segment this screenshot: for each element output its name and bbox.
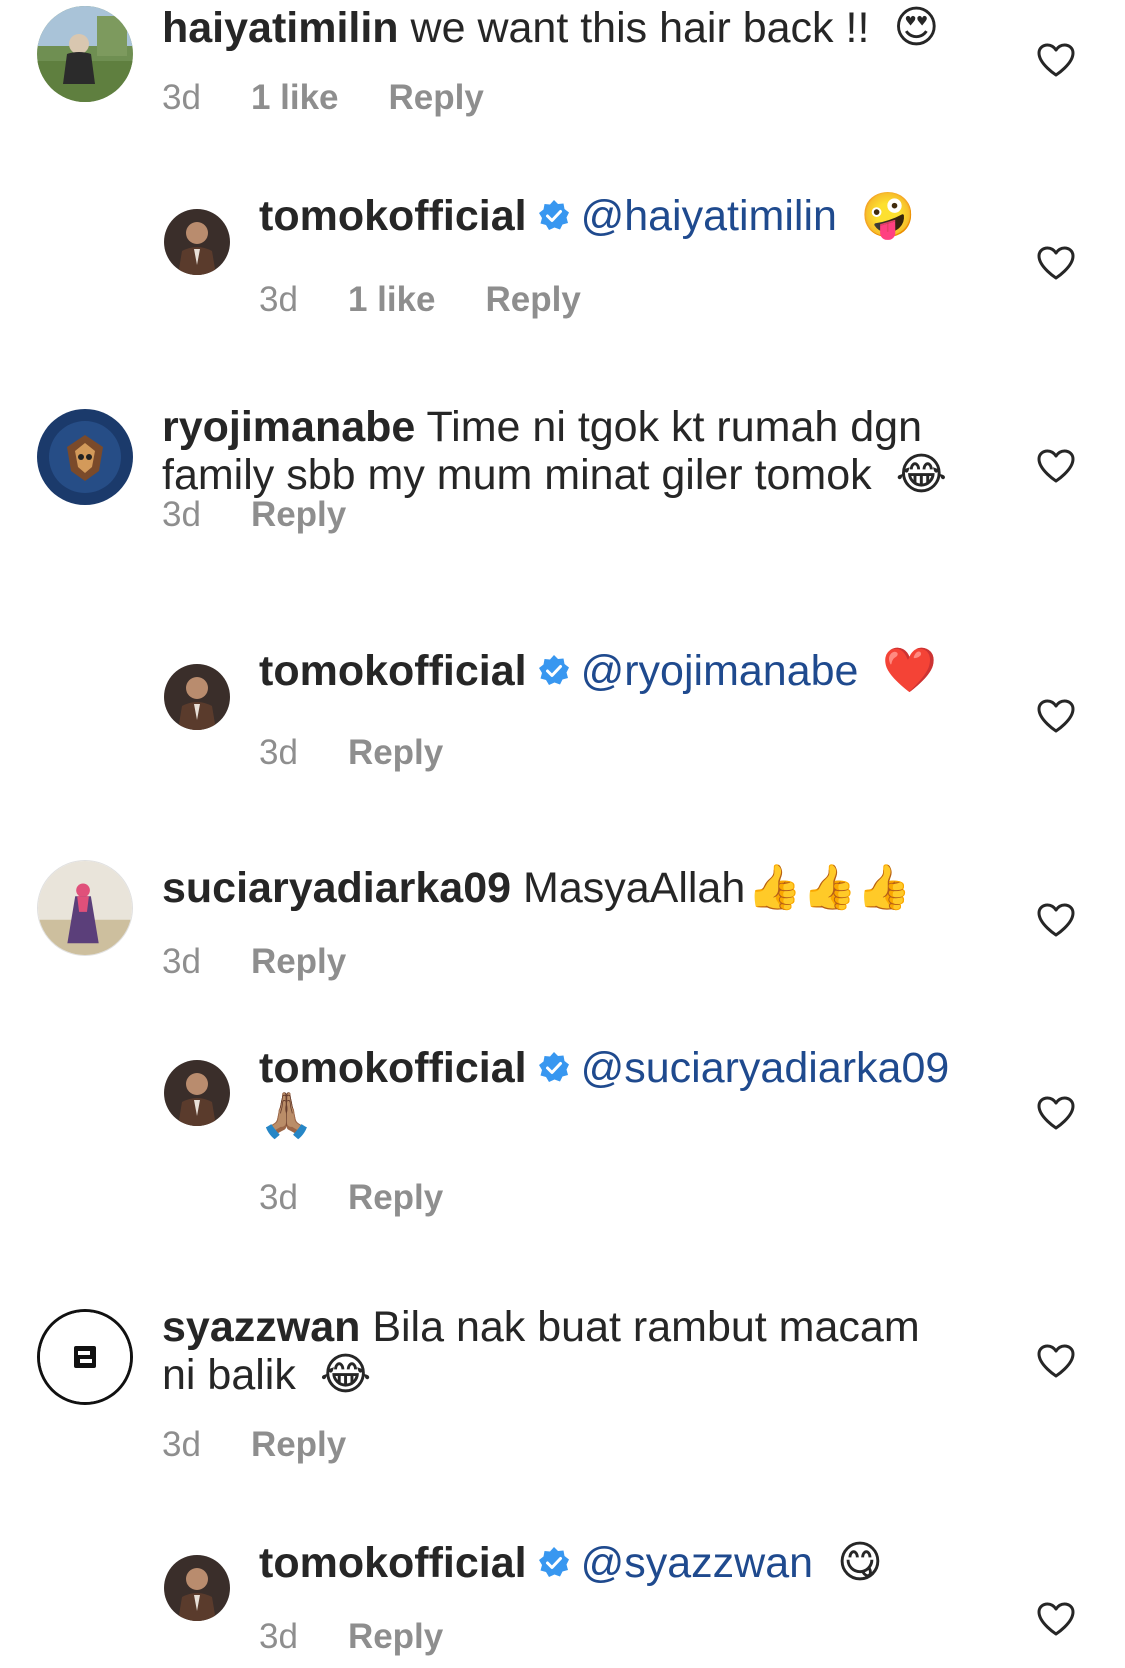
comment-body-line1: Bila nak buat rambut macam [372, 1303, 920, 1351]
comment-item: tomokofficial @suciaryadiarka09 🙏🏽 3d Rep… [0, 1044, 1125, 1300]
comment-body: MasyaAllah [523, 864, 746, 912]
yummy-face-emoji: 😋 [836, 1538, 883, 1587]
avatar[interactable] [164, 1060, 230, 1126]
comment-meta: 3d 1 like Reply [259, 280, 631, 320]
avatar[interactable] [37, 6, 133, 102]
verified-badge-icon [538, 1546, 569, 1577]
likes-count[interactable]: 1 like [251, 78, 339, 118]
reply-button[interactable]: Reply [348, 733, 443, 773]
comment-text: syazzwan Bila nak buat rambut macam ni b… [162, 1303, 962, 1399]
reply-button[interactable]: Reply [348, 1178, 443, 1218]
mention-link[interactable]: @ryojimanabe [581, 647, 859, 695]
comment-body-line2: family sbb my mum minat giler tomok [162, 451, 872, 499]
comment-meta: 3d Reply [259, 1617, 493, 1657]
thumbs-up-emoji: 👍👍👍 [747, 863, 912, 912]
comment-text: tomokofficial @syazzwan 😋 [259, 1538, 979, 1588]
avatar[interactable] [164, 664, 230, 730]
comment-item: ryojimanabe Time ni tgok kt rumah dgn fa… [0, 403, 1125, 650]
verified-badge-icon [538, 654, 569, 685]
reply-button[interactable]: Reply [251, 942, 346, 982]
comment-item: haiyatimilin we want this hair back !! 😍… [0, 0, 1125, 200]
comment-meta: 3d Reply [162, 942, 396, 982]
folded-hands-emoji: 🙏🏽 [259, 1091, 314, 1140]
comment-username[interactable]: suciaryadiarka09 [162, 864, 511, 912]
reply-button[interactable]: Reply [389, 78, 484, 118]
like-heart-icon[interactable] [1036, 1601, 1076, 1637]
comment-username[interactable]: haiyatimilin [162, 4, 399, 52]
comment-body: we want this hair back !! [410, 4, 870, 52]
avatar[interactable] [37, 1309, 133, 1405]
reply-button[interactable]: Reply [348, 1617, 443, 1657]
comment-time: 3d [162, 78, 201, 117]
comment-item: tomokofficial @haiyatimilin 🤪 3d 1 like R… [0, 192, 1125, 400]
avatar[interactable] [164, 1555, 230, 1621]
comment-time: 3d [259, 280, 298, 319]
comment-time: 3d [259, 733, 298, 772]
like-heart-icon[interactable] [1036, 902, 1076, 938]
verified-badge-icon [538, 1051, 569, 1082]
like-heart-icon[interactable] [1036, 1095, 1076, 1131]
verified-badge-icon [538, 199, 569, 230]
heart-eyes-emoji: 😍 [893, 3, 940, 52]
avatar[interactable] [37, 409, 133, 505]
comment-time: 3d [259, 1178, 298, 1217]
comment-item: suciaryadiarka09 MasyaAllah👍👍👍 3d Reply [0, 860, 1125, 1060]
red-heart-emoji: ❤️ [882, 646, 938, 695]
comment-item: tomokofficial @syazzwan 😋 3d Reply [0, 1539, 1125, 1668]
zany-face-emoji: 🤪 [860, 191, 916, 240]
mention-link[interactable]: @syazzwan [581, 1539, 813, 1587]
comment-text: tomokofficial @suciaryadiarka09 🙏🏽 [259, 1044, 979, 1140]
comment-body-line1: Time ni tgok kt rumah dgn [426, 403, 923, 451]
comment-meta: 3d Reply [162, 495, 396, 535]
comment-text: haiyatimilin we want this hair back !! 😍 [162, 3, 962, 53]
comment-username[interactable]: tomokofficial [259, 192, 527, 240]
comment-username[interactable]: syazzwan [162, 1303, 360, 1351]
comment-body-line2: ni balik [162, 1351, 296, 1399]
comment-time: 3d [259, 1617, 298, 1656]
reply-button[interactable]: Reply [251, 1425, 346, 1465]
avatar[interactable] [37, 860, 133, 956]
like-heart-icon[interactable] [1036, 448, 1076, 484]
mention-link[interactable]: @haiyatimilin [581, 192, 837, 240]
comment-text: suciaryadiarka09 MasyaAllah👍👍👍 [162, 863, 962, 913]
like-heart-icon[interactable] [1036, 698, 1076, 734]
like-heart-icon[interactable] [1036, 245, 1076, 281]
comment-time: 3d [162, 1425, 201, 1464]
tears-of-joy-emoji: 😂 [895, 450, 948, 499]
comment-item: tomokofficial @ryojimanabe ❤️ 3d Reply [0, 647, 1125, 855]
reply-button[interactable]: Reply [486, 280, 581, 320]
comment-time: 3d [162, 495, 201, 534]
comment-meta: 3d Reply [162, 1425, 396, 1465]
comment-username[interactable]: tomokofficial [259, 647, 527, 695]
comment-username[interactable]: ryojimanabe [162, 403, 415, 451]
comment-meta: 3d 1 like Reply [162, 78, 534, 118]
likes-count[interactable]: 1 like [348, 280, 436, 320]
comment-text: ryojimanabe Time ni tgok kt rumah dgn fa… [162, 403, 962, 499]
mention-link[interactable]: @suciaryadiarka09 [581, 1044, 950, 1092]
reply-button[interactable]: Reply [251, 495, 346, 535]
like-heart-icon[interactable] [1036, 42, 1076, 78]
comment-item: syazzwan Bila nak buat rambut macam ni b… [0, 1303, 1125, 1545]
comment-time: 3d [162, 942, 201, 981]
tears-of-joy-emoji: 😂 [319, 1350, 372, 1399]
avatar[interactable] [164, 209, 230, 275]
comment-text: tomokofficial @haiyatimilin 🤪 [259, 191, 979, 241]
like-heart-icon[interactable] [1036, 1343, 1076, 1379]
comment-meta: 3d Reply [259, 1178, 493, 1218]
comment-username[interactable]: tomokofficial [259, 1539, 527, 1587]
comment-meta: 3d Reply [259, 733, 493, 773]
comment-text: tomokofficial @ryojimanabe ❤️ [259, 646, 979, 696]
comment-username[interactable]: tomokofficial [259, 1044, 527, 1092]
